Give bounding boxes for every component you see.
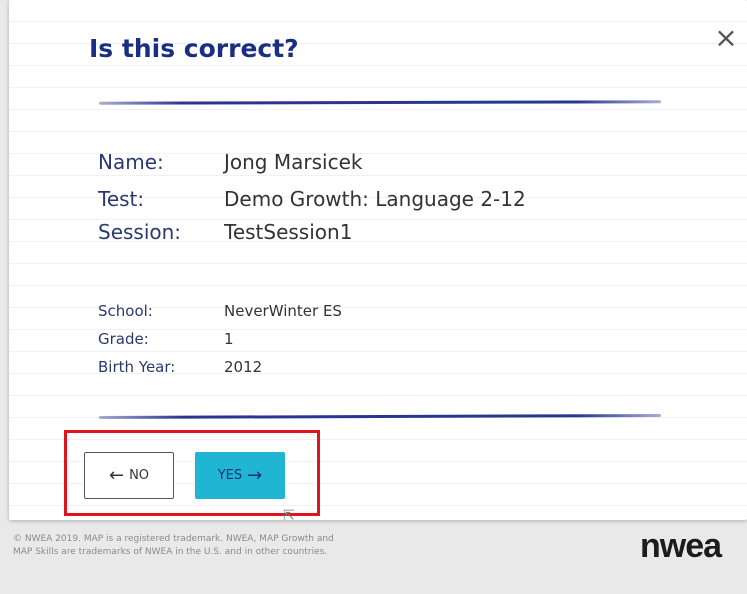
name-value: Jong Marsicek bbox=[224, 150, 363, 174]
grade-label: Grade: bbox=[98, 330, 149, 348]
grade-value: 1 bbox=[224, 330, 234, 348]
mouse-cursor-icon: ⇱ bbox=[283, 508, 295, 524]
divider-top bbox=[98, 100, 662, 105]
name-label: Name: bbox=[98, 150, 164, 174]
arrow-left-icon: ← bbox=[108, 464, 125, 486]
test-value: Demo Growth: Language 2-12 bbox=[224, 187, 526, 211]
school-value: NeverWinter ES bbox=[224, 302, 342, 320]
no-button[interactable]: ← NO bbox=[84, 452, 174, 499]
yes-button-label: YES bbox=[217, 468, 243, 483]
no-button-label: NO bbox=[129, 468, 150, 483]
session-value: TestSession1 bbox=[224, 220, 353, 244]
confirmation-dialog: Is this correct? × Name: Jong Marsicek T… bbox=[9, 0, 747, 520]
copyright-line-2: MAP Skills are trademarks of NWEA in the… bbox=[13, 547, 328, 557]
test-label: Test: bbox=[98, 187, 145, 211]
birth-year-value: 2012 bbox=[224, 358, 263, 376]
footer-copyright: © NWEA 2019. MAP is a registered tradema… bbox=[13, 533, 473, 559]
copyright-line-1: © NWEA 2019. MAP is a registered tradema… bbox=[13, 534, 334, 544]
yes-button[interactable]: YES → bbox=[195, 452, 285, 499]
session-label: Session: bbox=[98, 220, 182, 244]
arrow-right-icon: → bbox=[247, 464, 263, 486]
nwea-logo: nwea bbox=[640, 527, 722, 565]
dialog-title: Is this correct? bbox=[89, 34, 299, 63]
close-icon[interactable]: × bbox=[712, 24, 740, 52]
divider-bottom bbox=[98, 414, 662, 419]
birth-year-label: Birth Year: bbox=[98, 358, 176, 376]
school-label: School: bbox=[98, 302, 153, 320]
